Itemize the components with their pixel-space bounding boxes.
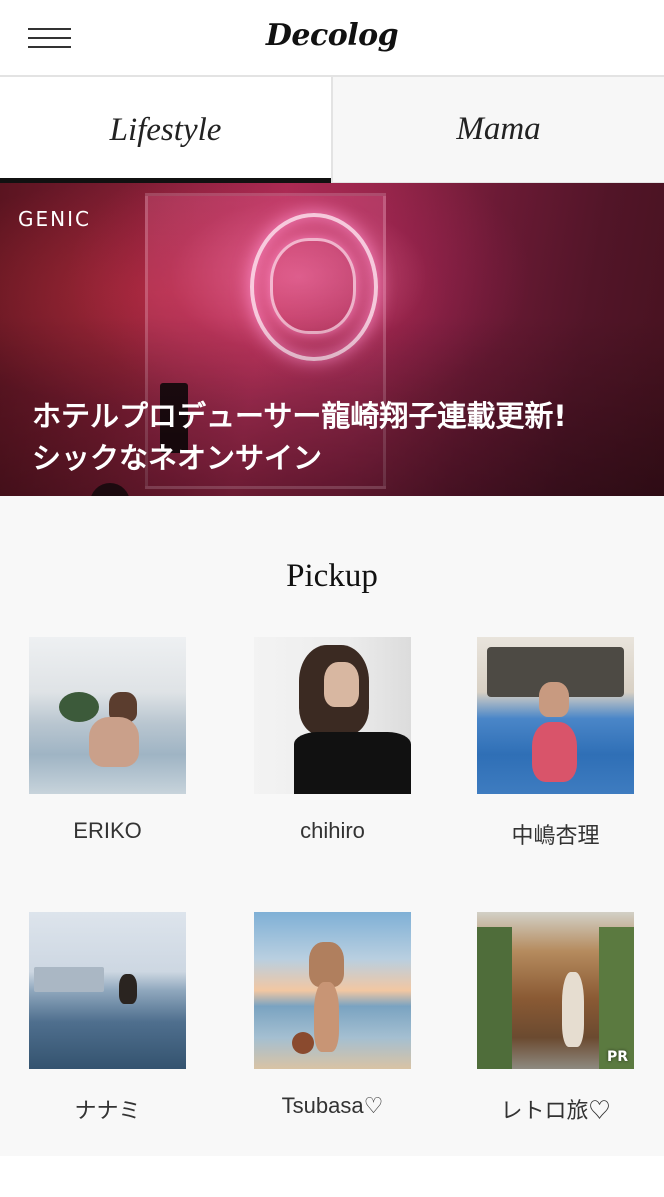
pickup-label: ERIKO: [73, 818, 142, 843]
hero-title-line-1: ホテルプロデューサー龍崎翔子連載更新!: [32, 399, 567, 433]
pickup-label: ナナミ: [74, 1098, 141, 1123]
pickup-label: 中嶋杏理: [511, 823, 600, 848]
site-logo[interactable]: Decolog: [0, 18, 664, 53]
pickup-title: Pickup: [286, 558, 378, 594]
pickup-thumbnail: [254, 912, 411, 1069]
pickup-label: レトロ旅♡: [500, 1098, 611, 1123]
category-tabs: Lifestyle Mama: [0, 77, 664, 183]
pr-badge: PR: [606, 1049, 628, 1065]
pickup-card-retro-trip[interactable]: PR レトロ旅♡: [477, 912, 634, 1125]
hero-banner[interactable]: GENIC ホテルプロデューサー龍崎翔子連載更新! シックなネオンサイン: [0, 183, 664, 496]
pickup-section: Pickup ERIKO chihiro 中嶋杏理 ナナミ Tsubasa♡ P…: [0, 496, 664, 1156]
hero-title: ホテルプロデューサー龍崎翔子連載更新! シックなネオンサイン: [32, 395, 642, 479]
pickup-label: Tsubasa♡: [281, 1093, 384, 1118]
pickup-card-eriko[interactable]: ERIKO: [29, 637, 186, 844]
pickup-card-chihiro[interactable]: chihiro: [254, 637, 411, 844]
pickup-label: chihiro: [300, 818, 365, 843]
hero-category-tag: GENIC: [18, 207, 91, 231]
pickup-thumbnail: [254, 637, 411, 794]
tab-lifestyle[interactable]: Lifestyle: [0, 77, 331, 183]
pickup-card-nanami[interactable]: ナナミ: [29, 912, 186, 1125]
pickup-thumbnail: [477, 637, 634, 794]
hero-title-line-2: シックなネオンサイン: [32, 441, 323, 475]
pickup-thumbnail: [29, 637, 186, 794]
pickup-card-tsubasa[interactable]: Tsubasa♡: [254, 912, 411, 1119]
tab-mama[interactable]: Mama: [331, 77, 664, 183]
pickup-card-nakajima-anri[interactable]: 中嶋杏理: [477, 637, 634, 850]
pickup-thumbnail: PR: [477, 912, 634, 1069]
pickup-thumbnail: [29, 912, 186, 1069]
site-header: Decolog: [0, 0, 664, 77]
